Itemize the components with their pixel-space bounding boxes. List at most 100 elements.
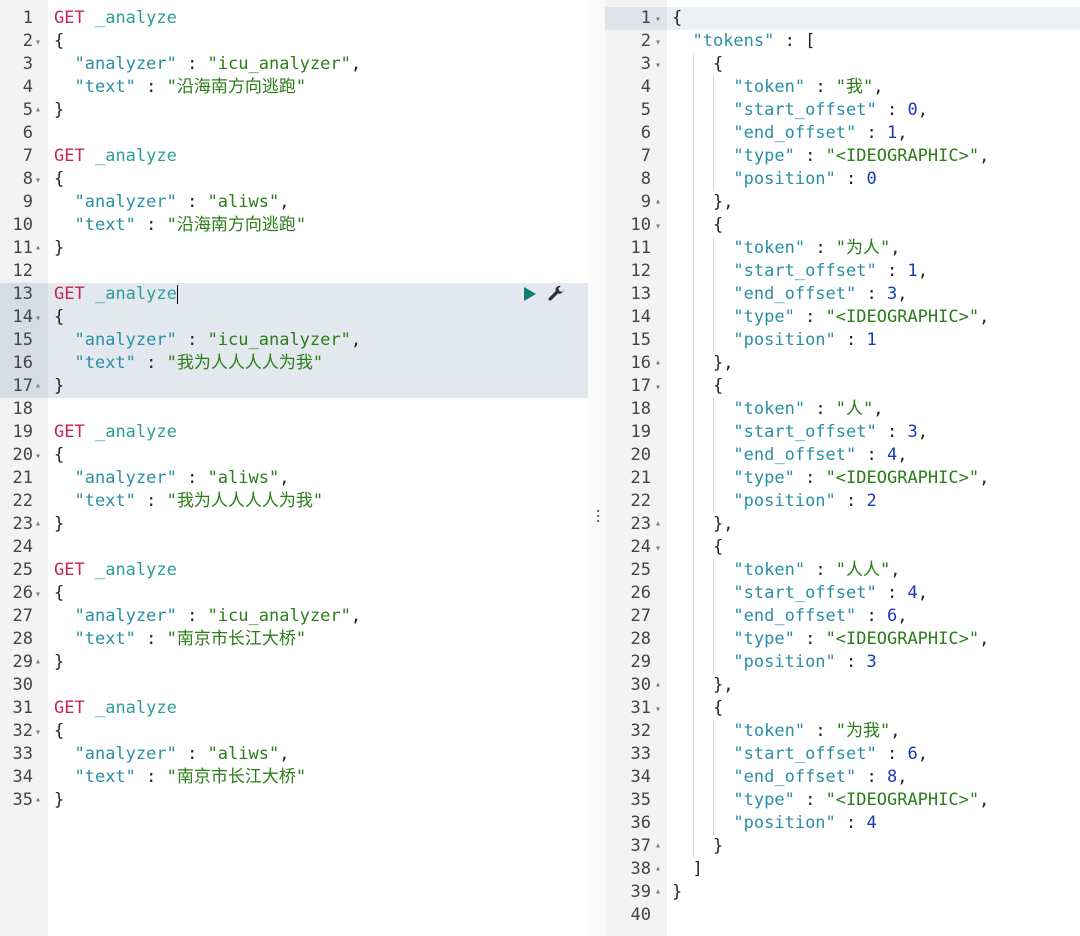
fold-end-icon[interactable]: ▴ — [655, 351, 661, 374]
request-line[interactable]: 32 ▾{ — [0, 720, 588, 743]
request-line[interactable]: 26 ▾{ — [0, 582, 588, 605]
code-text[interactable]: GET _analyze — [54, 283, 178, 306]
fold-end-icon[interactable]: ▴ — [35, 650, 41, 673]
fold-end-icon[interactable]: ▴ — [35, 98, 41, 121]
code-text[interactable]: { — [54, 306, 64, 329]
request-line[interactable]: 4 "text" : "沿海南方向逃跑" — [0, 76, 588, 99]
code-text[interactable]: "text" : "我为人人人人为我" — [54, 352, 323, 375]
fold-end-icon[interactable]: ▴ — [35, 512, 41, 535]
fold-collapse-icon[interactable]: ▾ — [35, 721, 41, 744]
fold-end-icon[interactable]: ▴ — [35, 374, 41, 397]
request-line[interactable]: 8 ▾{ — [0, 168, 588, 191]
fold-end-icon[interactable]: ▴ — [655, 880, 661, 903]
code-text[interactable]: } — [54, 375, 64, 398]
request-line[interactable]: 1 GET _analyze — [0, 7, 588, 30]
code-text[interactable]: } — [54, 789, 64, 812]
code-text[interactable]: "analyzer" : "icu_analyzer", — [54, 53, 361, 76]
request-line[interactable]: 3 "analyzer" : "icu_analyzer", — [0, 53, 588, 76]
code-text[interactable]: { — [54, 582, 64, 605]
request-line[interactable]: 9 "analyzer" : "aliws", — [0, 191, 588, 214]
code-text[interactable]: "analyzer" : "aliws", — [54, 743, 289, 766]
request-line[interactable]: 31 GET _analyze — [0, 697, 588, 720]
request-line[interactable]: 20 ▾{ — [0, 444, 588, 467]
wrench-icon[interactable] — [546, 285, 566, 305]
request-line[interactable]: 22 "text" : "我为人人人人为我" — [0, 490, 588, 513]
fold-collapse-icon[interactable]: ▾ — [35, 307, 41, 330]
request-line[interactable]: 10 "text" : "沿海南方向逃跑" — [0, 214, 588, 237]
request-line[interactable]: 11 ▴} — [0, 237, 588, 260]
request-line[interactable]: 34 "text" : "南京市长江大桥" — [0, 766, 588, 789]
code-text[interactable]: "analyzer" : "icu_analyzer", — [54, 329, 361, 352]
code-text[interactable]: "text" : "沿海南方向逃跑" — [54, 76, 306, 99]
request-line[interactable]: 2 ▾{ — [0, 30, 588, 53]
punctuation: { — [712, 698, 724, 718]
request-line[interactable]: 16 "text" : "我为人人人人为我" — [0, 352, 588, 375]
request-line[interactable]: 13 GET _analyze — [0, 283, 588, 306]
fold-collapse-icon[interactable]: ▾ — [35, 31, 41, 54]
fold-collapse-icon[interactable]: ▾ — [655, 215, 661, 238]
request-line[interactable]: 30 — [0, 674, 588, 697]
code-text[interactable]: "analyzer" : "aliws", — [54, 191, 289, 214]
fold-collapse-icon[interactable]: ▾ — [655, 376, 661, 399]
request-line[interactable]: 19 GET _analyze — [0, 421, 588, 444]
code-text[interactable]: GET _analyze — [54, 559, 177, 582]
code-text[interactable]: { — [54, 720, 64, 743]
fold-end-icon[interactable]: ▴ — [655, 857, 661, 880]
code-text[interactable]: "text" : "南京市长江大桥" — [54, 766, 306, 789]
fold-end-icon[interactable]: ▴ — [35, 788, 41, 811]
punctuation: } — [54, 376, 65, 396]
code-text[interactable]: GET _analyze — [54, 697, 177, 720]
request-line[interactable]: 35 ▴} — [0, 789, 588, 812]
code-text[interactable]: } — [54, 651, 64, 674]
code-text[interactable]: } — [54, 237, 64, 260]
code-text[interactable]: "analyzer" : "icu_analyzer", — [54, 605, 361, 628]
code-text[interactable]: "text" : "沿海南方向逃跑" — [54, 214, 306, 237]
fold-collapse-icon[interactable]: ▾ — [655, 698, 661, 721]
request-line[interactable]: 23 ▴} — [0, 513, 588, 536]
request-line[interactable]: 21 "analyzer" : "aliws", — [0, 467, 588, 490]
request-line[interactable]: 7 GET _analyze — [0, 145, 588, 168]
string-value: "我" — [835, 77, 874, 97]
code-text[interactable]: { — [54, 444, 64, 467]
fold-collapse-icon[interactable]: ▾ — [35, 169, 41, 192]
code-text[interactable]: GET _analyze — [54, 7, 177, 30]
fold-collapse-icon[interactable]: ▾ — [655, 8, 661, 31]
fold-collapse-icon[interactable]: ▾ — [655, 537, 661, 560]
code-text[interactable]: "text" : "我为人人人人为我" — [54, 490, 323, 513]
fold-end-icon[interactable]: ▴ — [655, 190, 661, 213]
response-viewer[interactable]: 1 ▾{2 ▾ "tokens" : [3 ▾ {4 "token" : "我", 5 … — [605, 0, 1080, 936]
json-key: "end_offset" — [733, 445, 857, 465]
code-text[interactable]: } — [54, 513, 64, 536]
code-text[interactable]: { — [54, 30, 64, 53]
code-text[interactable]: GET _analyze — [54, 421, 177, 444]
request-line[interactable]: 17 ▴} — [0, 375, 588, 398]
fold-collapse-icon[interactable]: ▾ — [655, 31, 661, 54]
fold-end-icon[interactable]: ▴ — [655, 673, 661, 696]
play-icon[interactable] — [524, 287, 536, 301]
request-line[interactable]: 27 "analyzer" : "icu_analyzer", — [0, 605, 588, 628]
code-text[interactable]: "text" : "南京市长江大桥" — [54, 628, 306, 651]
request-line[interactable]: 33 "analyzer" : "aliws", — [0, 743, 588, 766]
fold-end-icon[interactable]: ▴ — [655, 834, 661, 857]
code-text[interactable]: } — [54, 99, 64, 122]
request-line[interactable]: 18 — [0, 398, 588, 421]
fold-end-icon[interactable]: ▴ — [655, 512, 661, 535]
code-text[interactable]: GET _analyze — [54, 145, 177, 168]
pane-resizer[interactable]: · · · — [588, 0, 605, 936]
fold-collapse-icon[interactable]: ▾ — [35, 583, 41, 606]
fold-collapse-icon[interactable]: ▾ — [35, 445, 41, 468]
request-line[interactable]: 25 GET _analyze — [0, 559, 588, 582]
code-text[interactable]: { — [54, 168, 64, 191]
request-line[interactable]: 5 ▴} — [0, 99, 588, 122]
fold-end-icon[interactable]: ▴ — [35, 236, 41, 259]
request-line[interactable]: 15 "analyzer" : "icu_analyzer", — [0, 329, 588, 352]
request-line[interactable]: 28 "text" : "南京市长江大桥" — [0, 628, 588, 651]
request-line[interactable]: 14 ▾{ — [0, 306, 588, 329]
request-line[interactable]: 12 — [0, 260, 588, 283]
request-line[interactable]: 29 ▴} — [0, 651, 588, 674]
fold-collapse-icon[interactable]: ▾ — [655, 54, 661, 77]
request-line[interactable]: 24 — [0, 536, 588, 559]
code-text[interactable]: "analyzer" : "aliws", — [54, 467, 289, 490]
request-line[interactable]: 6 — [0, 122, 588, 145]
request-editor[interactable]: 1 GET _analyze 2 ▾{3 "analyzer" : "icu_anal… — [0, 0, 588, 936]
